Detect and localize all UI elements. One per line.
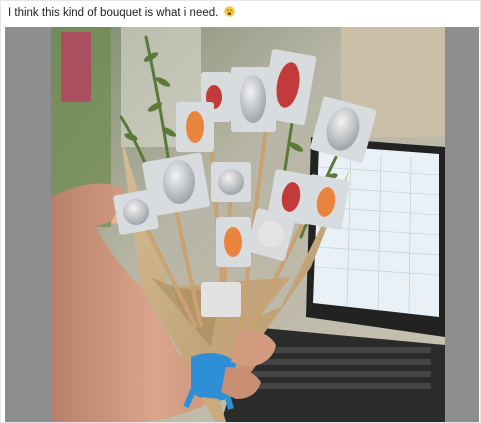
- post-card: I think this kind of bouquet is what i n…: [0, 0, 481, 423]
- photo-illustration: [51, 27, 445, 422]
- post-caption-text: I think this kind of bouquet is what i n…: [8, 7, 219, 19]
- photo-frame: [5, 27, 479, 422]
- post-caption: I think this kind of bouquet is what i n…: [8, 5, 235, 21]
- weary-face-emoji-icon: [223, 6, 235, 17]
- pill-bouquet-photo[interactable]: [51, 27, 445, 422]
